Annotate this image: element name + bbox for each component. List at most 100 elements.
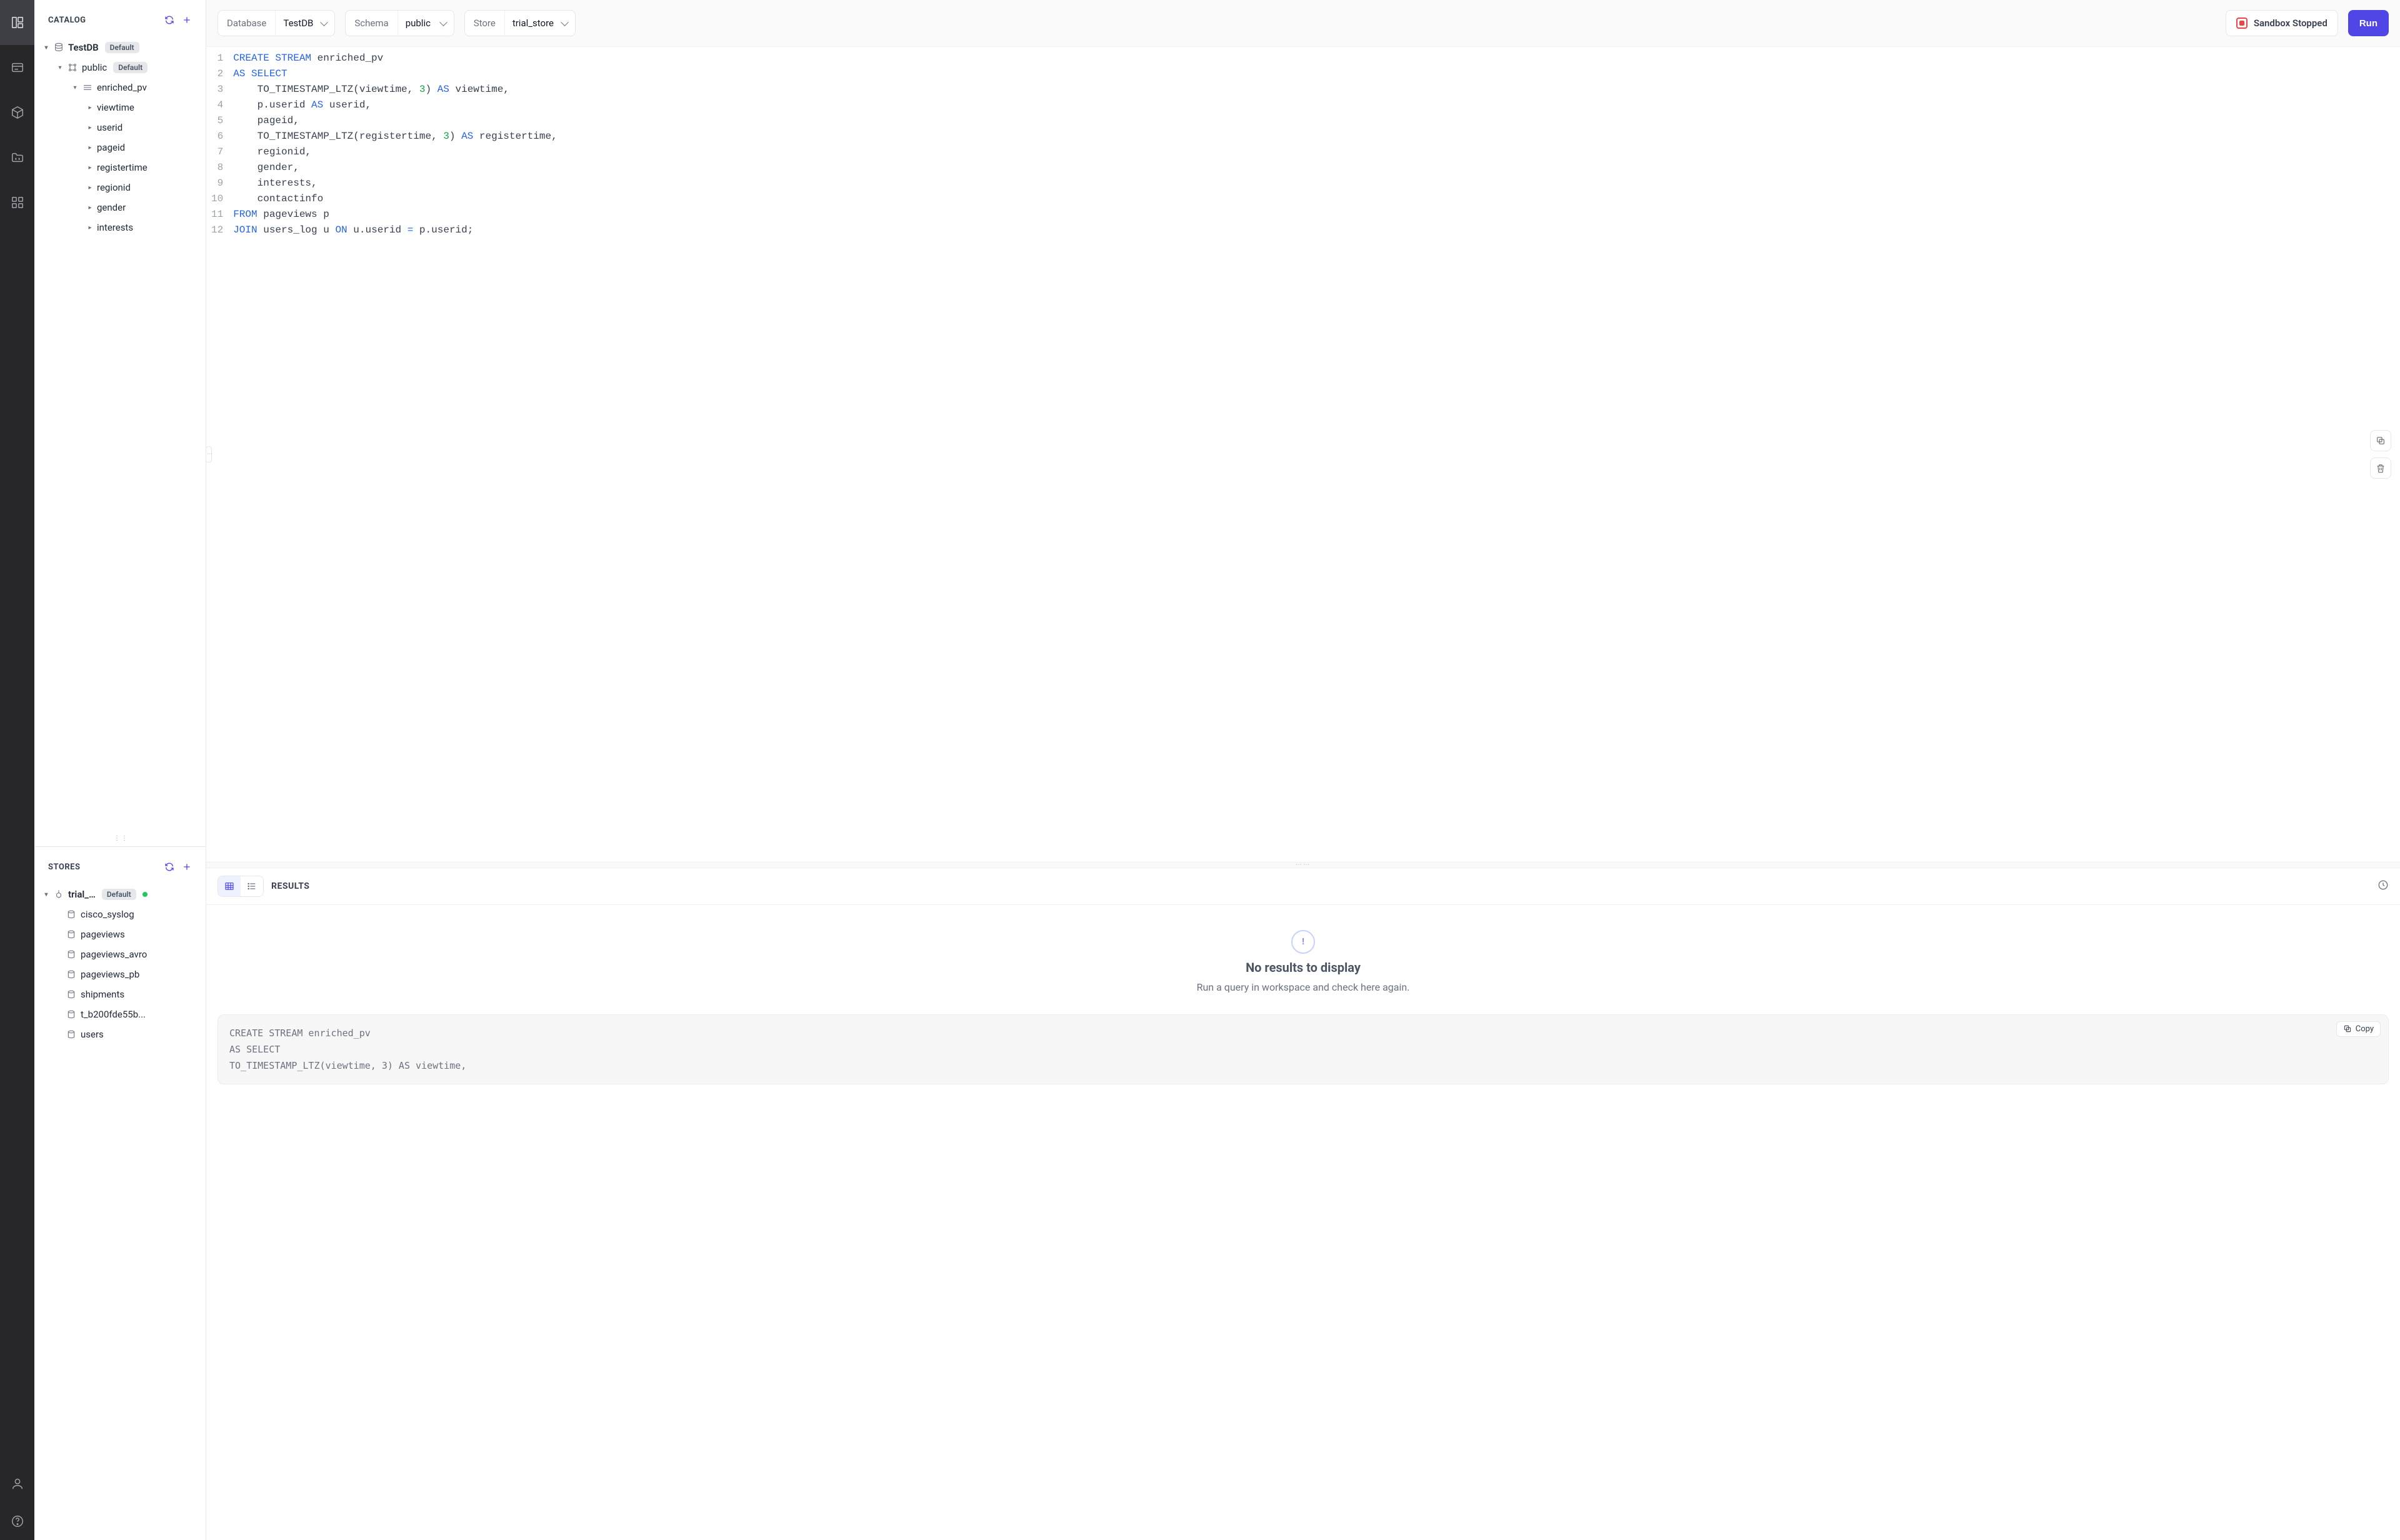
catalog-add-icon[interactable] (178, 11, 196, 29)
caret-down-icon: ▾ (43, 891, 49, 898)
topic-name: users (81, 1029, 104, 1040)
column-name: pageid (97, 142, 125, 153)
default-badge: Default (102, 889, 136, 900)
caret-down-icon: ▾ (43, 44, 49, 51)
stores-tree: ▾ trial_… Default cisco_syslog pageviews p… (34, 882, 206, 1051)
stop-icon (2236, 18, 2248, 29)
results-list-view[interactable] (241, 876, 263, 896)
stores-header: STORES (34, 847, 206, 882)
status-online-icon (142, 892, 148, 897)
caret-right-icon: ▸ (87, 164, 93, 171)
topic-name: t_b200fde55b... (81, 1009, 146, 1020)
sql-editor[interactable]: ⋮ 123456789101112 CREATE STREAM enriched… (206, 46, 2400, 862)
rail-apps-icon[interactable] (0, 180, 34, 225)
snippet-line: TO_TIMESTAMP_LTZ(viewtime, 3) AS viewtim… (229, 1058, 2377, 1074)
catalog-stream-name: enriched_pv (97, 82, 147, 93)
store-topic-row[interactable]: pageviews_avro (41, 944, 199, 964)
copy-snippet-button[interactable]: Copy (2336, 1021, 2381, 1037)
catalog-column-row[interactable]: ▸gender (41, 198, 199, 218)
rail-user-icon[interactable] (0, 1465, 34, 1502)
selector-label: Schema (346, 18, 397, 29)
column-name: regionid (97, 182, 131, 193)
history-icon[interactable] (2378, 879, 2389, 893)
stores-store-row[interactable]: ▾ trial_… Default (41, 884, 199, 904)
nav-rail (0, 0, 34, 1540)
topic-icon (66, 949, 77, 959)
snippet-line: AS SELECT (229, 1041, 2377, 1058)
store-topic-row[interactable]: t_b200fde55b... (41, 1004, 199, 1024)
topic-icon (66, 1009, 77, 1019)
empty-subtitle: Run a query in workspace and check here … (1197, 981, 1410, 993)
caret-right-icon: ▸ (87, 224, 93, 231)
sandbox-status-label: Sandbox Stopped (2254, 18, 2328, 29)
results-table-view[interactable] (218, 876, 241, 896)
panel-split-grip-icon: ⋮⋮ (114, 835, 126, 841)
caret-right-icon: ▸ (87, 124, 93, 131)
catalog-title: CATALOG (48, 16, 86, 25)
caret-right-icon: ▸ (87, 144, 93, 151)
rail-package-icon[interactable] (0, 90, 34, 135)
run-button[interactable]: Run (2348, 10, 2389, 36)
caret-right-icon: ▸ (87, 104, 93, 111)
database-selector[interactable]: Database TestDB (218, 10, 335, 36)
selector-value: trial_store (504, 11, 575, 36)
store-topic-row[interactable]: shipments (41, 984, 199, 1004)
topic-name: pageviews_avro (81, 949, 147, 960)
stores-panel: STORES ▾ trial_… Default cisco_syslogpag… (34, 847, 206, 1540)
caret-down-icon: ▾ (72, 84, 78, 91)
catalog-db-row[interactable]: ▾ TestDB Default (41, 38, 199, 58)
catalog-header: CATALOG (34, 0, 206, 35)
default-badge: Default (113, 62, 148, 73)
rail-home-icon[interactable] (0, 0, 34, 45)
topic-name: shipments (81, 989, 124, 1000)
main-area: Database TestDB Schema public Store tria… (206, 0, 2400, 1540)
selector-value: public (398, 11, 454, 36)
catalog-column-row[interactable]: ▸userid (41, 118, 199, 138)
copy-label: Copy (2356, 1024, 2374, 1034)
stores-add-icon[interactable] (178, 858, 196, 876)
rail-help-icon[interactable] (0, 1502, 34, 1540)
catalog-refresh-icon[interactable] (161, 11, 178, 29)
selector-value: TestDB (275, 11, 334, 36)
topic-name: pageviews (81, 929, 125, 940)
catalog-column-row[interactable]: ▸interests (41, 218, 199, 238)
catalog-column-row[interactable]: ▸ viewtime (41, 98, 199, 118)
catalog-db-name: TestDB (68, 42, 99, 53)
store-topic-row[interactable]: pageviews_pb (41, 964, 199, 984)
catalog-schema-row[interactable]: ▾ public Default (41, 58, 199, 78)
sandbox-status[interactable]: Sandbox Stopped (2226, 10, 2338, 36)
snippet-line: CREATE STREAM enriched_pv (229, 1025, 2377, 1041)
results-panel: RESULTS ! No results to display Run a qu… (206, 868, 2400, 1540)
copy-editor-button[interactable] (2370, 430, 2391, 451)
catalog-column-row[interactable]: ▸ registertime (41, 158, 199, 178)
sidebar: CATALOG ▾ TestDB Default ▾ (34, 0, 206, 1540)
schema-selector[interactable]: Schema public (345, 10, 454, 36)
sql-snippet: Copy CREATE STREAM enriched_pvAS SELECT … (218, 1014, 2389, 1084)
store-topic-row[interactable]: users (41, 1024, 199, 1044)
column-name: viewtime (97, 102, 134, 113)
stores-store-name: trial_… (68, 889, 96, 900)
delete-editor-button[interactable] (2370, 458, 2391, 479)
stores-refresh-icon[interactable] (161, 858, 178, 876)
catalog-tree: ▾ TestDB Default ▾ public Default ▾ (34, 35, 206, 244)
column-name: registertime (97, 162, 148, 173)
editor-left-grip[interactable]: ⋮ (206, 446, 212, 462)
editor-results-grip[interactable]: ⋯⋯ (206, 862, 2400, 868)
catalog-column-row[interactable]: ▸regionid (41, 178, 199, 198)
editor-code[interactable]: CREATE STREAM enriched_pvAS SELECT TO_TI… (231, 47, 558, 862)
catalog-stream-row[interactable]: ▾ enriched_pv (41, 78, 199, 98)
rail-streams-icon[interactable] (0, 45, 34, 90)
results-empty-state: ! No results to display Run a query in w… (1197, 905, 1410, 1011)
rail-code-icon[interactable] (0, 135, 34, 180)
topic-icon (66, 909, 77, 919)
toolbar: Database TestDB Schema public Store tria… (206, 0, 2400, 46)
catalog-schema-name: public (82, 62, 107, 73)
results-view-toggle (218, 876, 264, 897)
store-topic-row[interactable]: pageviews (41, 924, 199, 944)
store-selector[interactable]: Store trial_store (464, 10, 576, 36)
store-topic-row[interactable]: cisco_syslog (41, 904, 199, 924)
caret-down-icon: ▾ (57, 64, 63, 71)
info-icon: ! (1291, 930, 1315, 954)
catalog-column-row[interactable]: ▸ pageid (41, 138, 199, 158)
topic-name: cisco_syslog (81, 909, 134, 920)
